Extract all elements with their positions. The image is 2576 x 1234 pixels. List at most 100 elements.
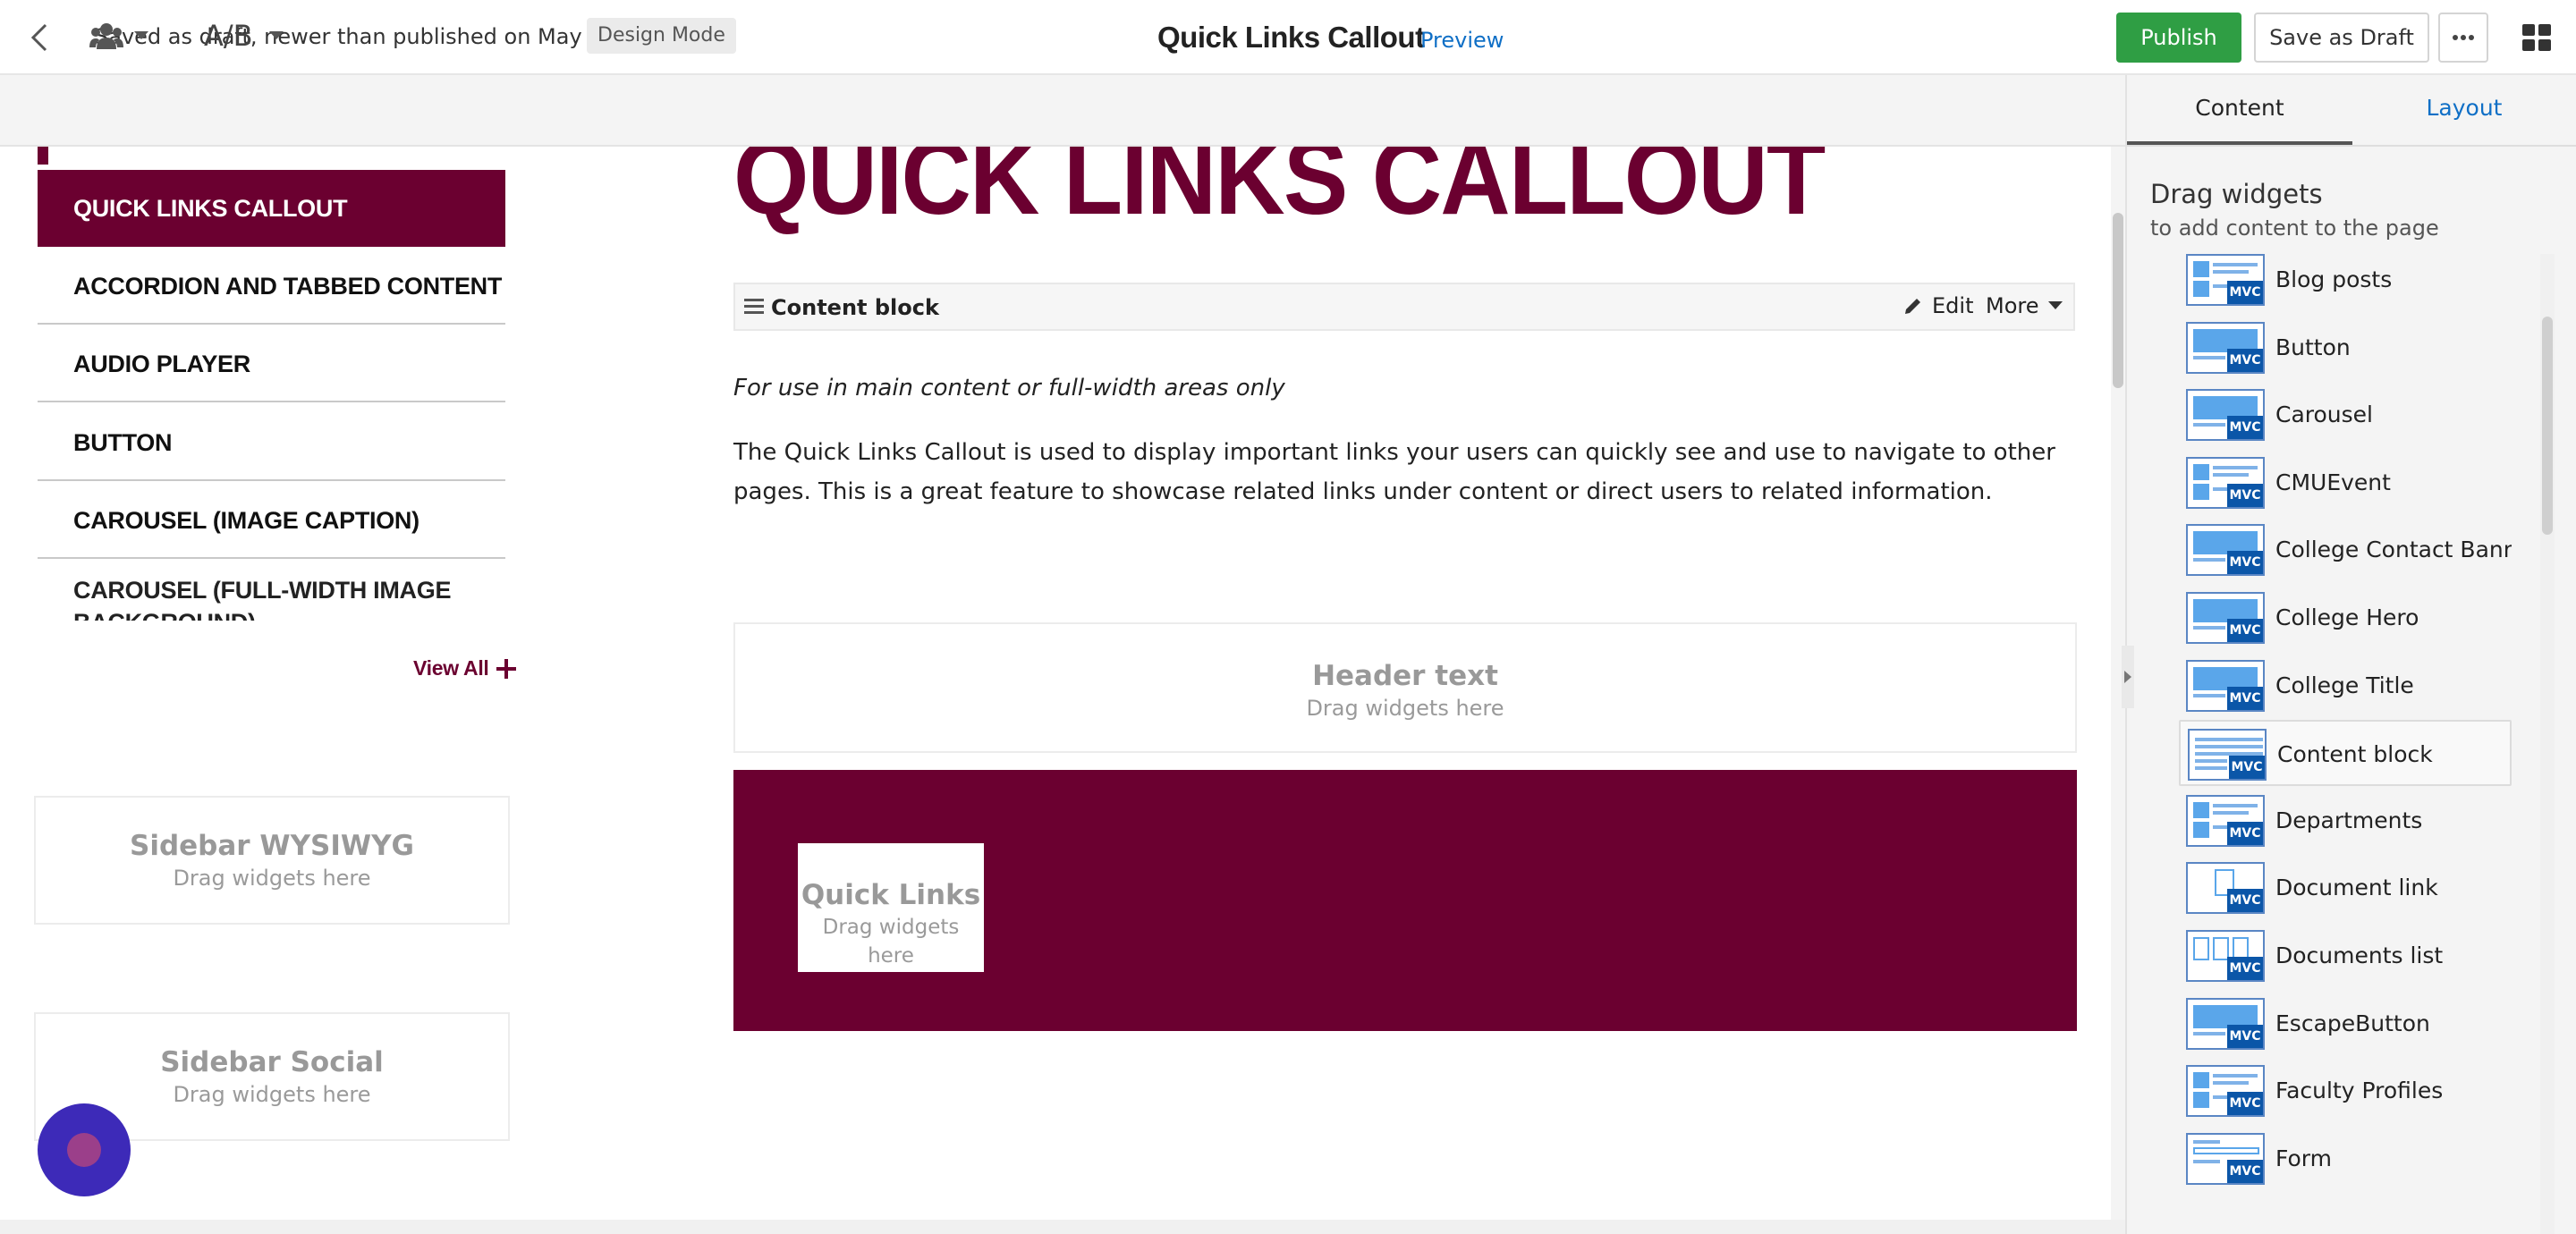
users-icon	[89, 23, 123, 49]
design-mode-badge: Design Mode	[587, 18, 736, 54]
nav-item-carousel-caption[interactable]: CAROUSEL (IMAGE CAPTION)	[38, 482, 505, 559]
dropzone-hint: Drag widgets here	[822, 916, 960, 968]
preview-link[interactable]: Preview	[1420, 25, 1504, 55]
drag-handle-icon[interactable]	[744, 299, 764, 315]
mvc-badge: MVC	[2227, 957, 2263, 980]
plus-icon	[496, 658, 516, 679]
more-actions-button[interactable]	[2438, 13, 2488, 63]
widget-cmuevent[interactable]: MVC CMUEvent	[2179, 450, 2512, 516]
widget-form[interactable]: MVC Form	[2179, 1126, 2512, 1192]
quick-links-band: Quick Links Drag widgets here	[733, 770, 2077, 1031]
mvc-badge: MVC	[2227, 687, 2263, 710]
icon-part	[2213, 270, 2249, 274]
caret-down-icon	[134, 31, 148, 39]
editor-toolbar	[0, 75, 2125, 147]
sidebar-wysiwyg-dropzone[interactable]: Sidebar WYSIWYG Drag widgets here	[34, 796, 510, 925]
widget-block-icon: MVC	[2186, 389, 2265, 441]
page-title: Quick Links Callout	[1157, 21, 1425, 54]
widget-content-block[interactable]: MVC Content block	[2179, 720, 2512, 786]
widget-label: Blog posts	[2275, 266, 2393, 292]
canvas-scrollbar-thumb[interactable]	[2113, 213, 2123, 388]
mvc-badge: MVC	[2227, 1025, 2263, 1048]
nav-item-accordion[interactable]: ACCORDION AND TABBED CONTENT	[38, 248, 505, 325]
widget-label: CMUEvent	[2275, 469, 2391, 495]
widget-block-icon: MVC	[2186, 592, 2265, 644]
widget-label: Form	[2275, 1145, 2332, 1171]
dropzone-title: Sidebar WYSIWYG	[130, 830, 414, 862]
widget-label: Content block	[2277, 741, 2433, 767]
header-text-dropzone[interactable]: Header text Drag widgets here	[733, 622, 2077, 753]
icon-part	[2193, 822, 2209, 838]
more-dropdown[interactable]: More	[1986, 293, 2063, 318]
widget-blog-posts[interactable]: MVC Blog posts	[2179, 254, 2512, 313]
personalization-dropdown[interactable]	[89, 18, 163, 54]
icon-part	[2193, 356, 2225, 359]
nav-item-button[interactable]: BUTTON	[38, 404, 505, 481]
chat-icon	[67, 1133, 101, 1167]
apps-grid-button[interactable]	[2517, 18, 2556, 57]
back-button[interactable]	[20, 18, 59, 57]
edit-button[interactable]: Edit	[1903, 293, 1973, 318]
publish-button[interactable]: Publish	[2116, 13, 2241, 63]
widget-block-icon: MVC	[2186, 322, 2265, 374]
widget-label: Faculty Profiles	[2275, 1078, 2444, 1103]
canvas-horizontal-scrollbar[interactable]	[0, 1220, 2125, 1234]
draft-status-text: Saved as draft, newer than published on …	[95, 24, 616, 49]
icon-part	[2193, 1160, 2220, 1163]
mvc-badge: MVC	[2227, 551, 2263, 574]
tabs-divider	[2127, 145, 2576, 147]
icon-part	[2213, 284, 2227, 288]
save-as-draft-button[interactable]: Save as Draft	[2254, 13, 2429, 63]
widget-college-contact-banner[interactable]: MVC College Contact Banner	[2179, 517, 2512, 583]
tab-content[interactable]: Content	[2127, 75, 2352, 145]
nav-item-label: CAROUSEL (IMAGE CAPTION)	[73, 507, 419, 534]
mvc-badge: MVC	[2227, 619, 2263, 642]
icon-part	[2193, 694, 2225, 697]
dropzone-title: Sidebar Social	[160, 1046, 384, 1078]
widget-escapebutton[interactable]: MVC EscapeButton	[2179, 991, 2512, 1057]
grid-icon	[2522, 24, 2551, 51]
widget-document-link[interactable]: MVC Document link	[2179, 855, 2512, 921]
ellipsis-icon	[2453, 35, 2474, 40]
widget-block-icon: MVC	[2186, 998, 2265, 1050]
widget-college-hero[interactable]: MVC College Hero	[2179, 585, 2512, 651]
icon-part	[2193, 802, 2209, 818]
icon-part	[2195, 759, 2227, 763]
mvc-badge: MVC	[2227, 822, 2263, 845]
mvc-badge: MVC	[2227, 416, 2263, 439]
chat-launcher-button[interactable]	[38, 1103, 131, 1196]
widget-label: Document link	[2275, 875, 2438, 900]
widget-college-title[interactable]: MVC College Title	[2179, 653, 2512, 719]
icon-part	[2193, 1072, 2209, 1088]
icon-part	[2213, 466, 2258, 469]
widget-carousel[interactable]: MVC Carousel	[2179, 382, 2512, 448]
icon-part	[2193, 261, 2209, 277]
widget-list-scrollbar-thumb[interactable]	[2542, 317, 2553, 535]
widget-label: EscapeButton	[2275, 1010, 2430, 1036]
nav-marker	[38, 147, 48, 165]
dropzone-title: Quick Links	[801, 879, 981, 911]
view-all-link[interactable]: View All	[413, 656, 516, 680]
widget-label: Carousel	[2275, 401, 2373, 427]
nav-item-audio-player[interactable]: AUDIO PLAYER	[38, 325, 505, 402]
tab-layout[interactable]: Layout	[2352, 75, 2576, 145]
widget-form-icon: MVC	[2186, 1133, 2265, 1185]
content-block-label: Content block	[771, 295, 939, 320]
panel-collapse-handle[interactable]	[2122, 646, 2134, 708]
nav-item-active[interactable]: QUICK LINKS CALLOUT	[38, 170, 505, 247]
content-block-toolbar[interactable]: Content block Edit More	[733, 283, 2075, 331]
dropzone-hint: Drag widgets here	[173, 1082, 371, 1107]
edit-label: Edit	[1932, 293, 1974, 318]
quick-links-dropzone[interactable]: Quick Links Drag widgets here	[798, 843, 984, 972]
icon-part	[2195, 745, 2263, 748]
icon-part	[2195, 766, 2227, 770]
icon-part	[2213, 473, 2249, 477]
widget-faculty-profiles[interactable]: MVC Faculty Profiles	[2179, 1058, 2512, 1124]
widget-docs-icon: MVC	[2186, 930, 2265, 982]
icon-part	[2213, 1095, 2227, 1099]
widget-button[interactable]: MVC Button	[2179, 315, 2512, 381]
widget-departments[interactable]: MVC Departments	[2179, 788, 2512, 854]
ab-test-dropdown[interactable]: A/B	[204, 16, 284, 55]
page-heading: QUICK LINKS CALLOUT	[733, 147, 1826, 237]
widget-documents-list[interactable]: MVC Documents list	[2179, 923, 2512, 989]
